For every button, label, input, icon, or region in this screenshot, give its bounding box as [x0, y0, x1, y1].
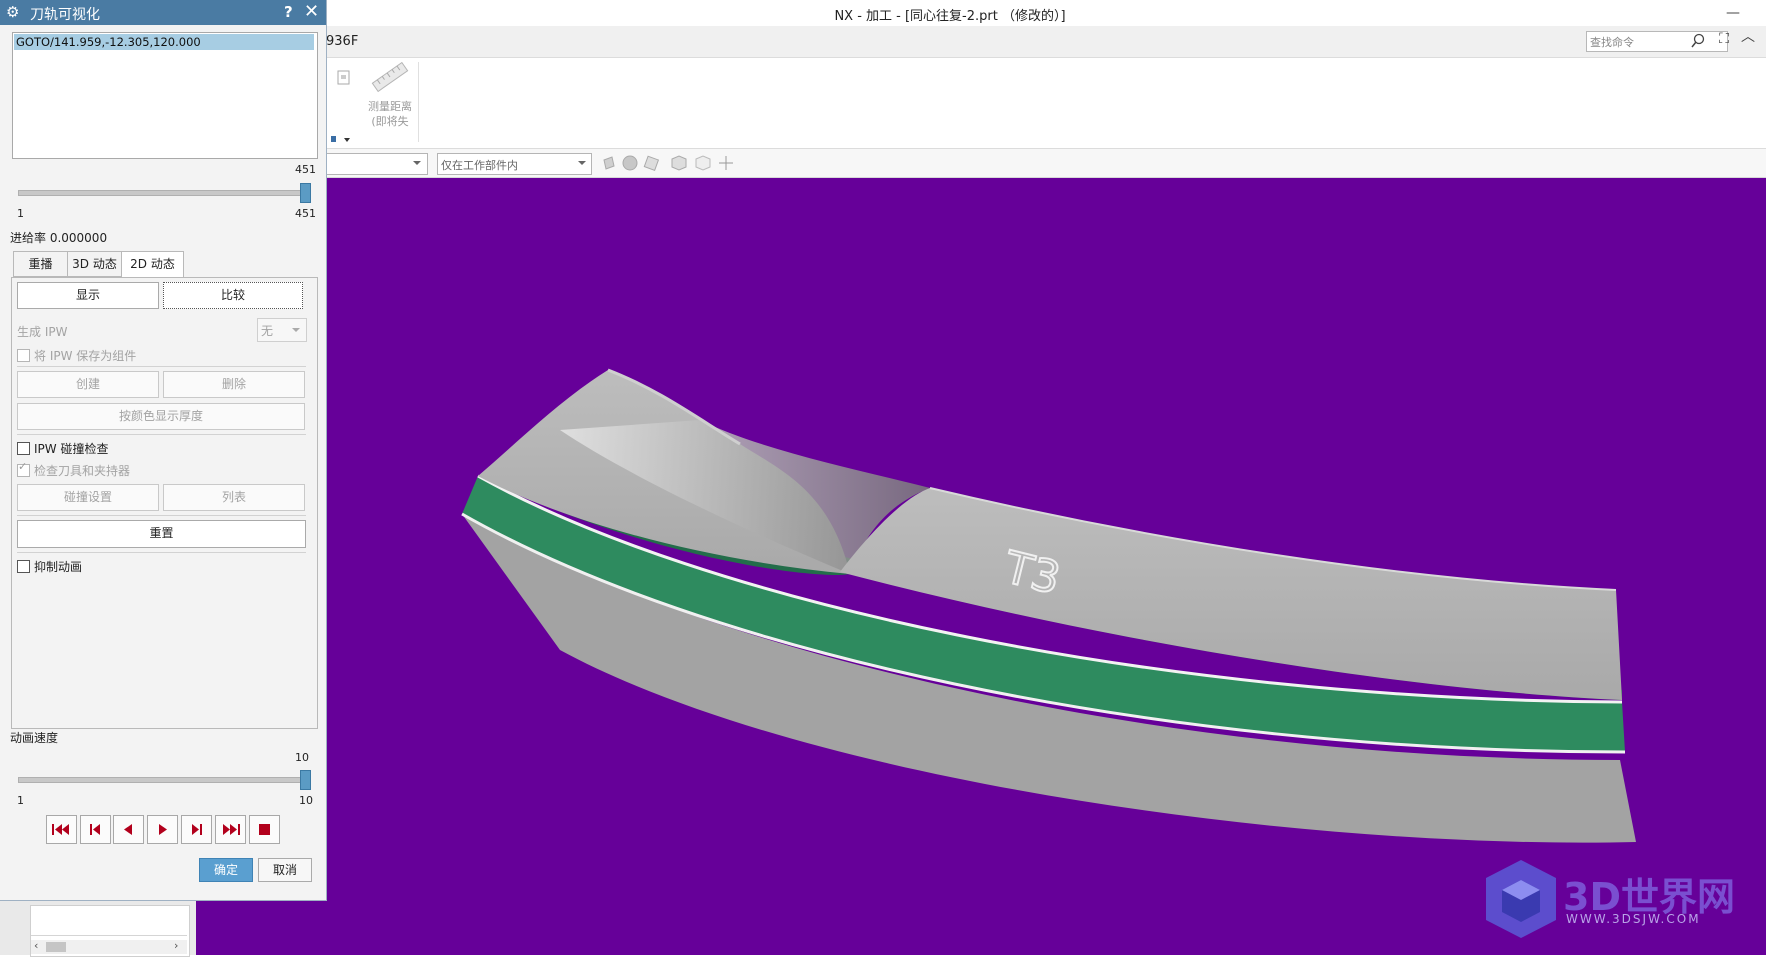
check-tool-label: 检查刀具和夹持器 [34, 464, 131, 478]
chevron-down-icon [292, 328, 300, 332]
show-button[interactable]: 显示 [17, 282, 159, 309]
measure-distance-label[interactable]: 测量距离 (即将失 [365, 99, 415, 129]
cube-icon [671, 155, 687, 171]
rewind-to-start-button[interactable] [46, 815, 77, 844]
tab-replay[interactable]: 重播 [13, 251, 68, 277]
collision-settings-button[interactable]: 碰撞设置 [17, 484, 159, 511]
step-back-icon [90, 824, 100, 835]
document-icon[interactable] [337, 70, 351, 86]
generate-ipw-value: 无 [261, 324, 274, 338]
suppress-animation-label: 抑制动画 [34, 560, 83, 574]
scope-filter-value: 仅在工作部件内 [441, 159, 518, 172]
slider-value: 451 [295, 163, 316, 176]
ipw-collision-label: IPW 碰撞检查 [34, 442, 109, 456]
divider [17, 366, 306, 367]
chevron-down-icon [578, 161, 586, 165]
create-button[interactable]: 创建 [17, 371, 159, 398]
scroll-left-icon[interactable]: ‹ [34, 939, 38, 952]
play-icon [159, 824, 167, 835]
tab-2d-dynamic[interactable]: 2D 动态 [121, 251, 184, 279]
slider-max: 451 [295, 207, 316, 220]
chevron-down-icon [413, 161, 421, 165]
step-forward-operation-button[interactable] [181, 815, 212, 844]
animation-speed-label: 动画速度 [10, 731, 59, 745]
filter-body-icon [603, 156, 615, 170]
cube-wire-icon [695, 155, 711, 171]
delete-button[interactable]: 删除 [163, 371, 305, 398]
ipw-collision-checkbox[interactable] [17, 442, 30, 455]
measure-distance-icon[interactable] [370, 60, 410, 94]
list-button[interactable]: 列表 [163, 484, 305, 511]
toolpath-slider-thumb[interactable] [300, 183, 311, 203]
partial-tab-label: 936F [326, 34, 359, 49]
compare-button[interactable]: 比较 [163, 282, 303, 309]
sphere-icon [622, 155, 638, 171]
fast-forward-button[interactable] [215, 815, 246, 844]
list-item-selected[interactable]: GOTO/141.959,-12.305,120.000 [14, 34, 314, 50]
crosshair-icon [719, 156, 733, 170]
search-command-placeholder: 查找命令 [1590, 36, 1634, 49]
generate-ipw-label: 生成 IPW [17, 325, 68, 339]
toolpath-slider-track[interactable] [18, 190, 310, 196]
step-forward-icon [192, 824, 202, 835]
skip-to-start-icon [52, 824, 69, 835]
speed-slider-thumb[interactable] [300, 770, 311, 790]
divider [17, 552, 306, 553]
face-select-icon [643, 155, 660, 171]
stop-button[interactable] [249, 815, 280, 844]
3dsjw-logo-icon [1486, 860, 1556, 938]
suppress-animation-checkbox[interactable] [17, 560, 30, 573]
toolpath-listbox[interactable] [12, 32, 318, 159]
graphics-viewport[interactable] [176, 178, 1766, 955]
snap-toolbar-icons[interactable] [600, 154, 740, 172]
skip-to-end-icon [223, 824, 240, 835]
gear-icon[interactable]: ⚙ [6, 3, 19, 21]
search-icon[interactable] [1690, 33, 1706, 49]
minimize-button[interactable]: — [1722, 4, 1744, 22]
tab-3d-dynamic[interactable]: 3D 动态 [67, 251, 122, 277]
watermark-url: WWW.3DSJW.COM [1566, 912, 1701, 926]
scrollbar-thumb[interactable] [46, 942, 66, 952]
reset-button[interactable]: 重置 [17, 520, 306, 548]
close-button[interactable]: ✕ [304, 1, 319, 22]
measure-label-line1: 测量距离 [368, 100, 412, 113]
scroll-right-icon[interactable]: › [174, 939, 178, 952]
navigator-divider [31, 935, 187, 936]
divider [17, 434, 306, 435]
ok-button[interactable]: 确定 [199, 858, 253, 882]
save-ipw-label: 将 IPW 保存为组件 [34, 349, 137, 363]
dropdown-arrow-icon[interactable] [330, 134, 354, 146]
save-ipw-checkbox[interactable] [17, 349, 30, 362]
checkmark-icon: ✓ [18, 460, 28, 473]
divider [17, 515, 306, 516]
speed-slider-track[interactable] [18, 777, 310, 783]
ribbon-divider [418, 62, 419, 142]
play-reverse-icon [124, 824, 132, 835]
stop-icon [259, 824, 270, 835]
slider-min: 1 [17, 207, 24, 220]
collapse-ribbon-button[interactable]: ︿ [1737, 28, 1759, 46]
step-back-button[interactable] [113, 815, 144, 844]
play-button[interactable] [147, 815, 178, 844]
measure-label-line2: (即将失 [371, 115, 409, 128]
feed-rate-label: 进给率 0.000000 [10, 231, 108, 245]
speed-value: 10 [295, 751, 309, 764]
color-thickness-button[interactable]: 按颜色显示厚度 [17, 403, 305, 430]
cancel-button[interactable]: 取消 [258, 858, 312, 882]
help-button[interactable]: ? [284, 3, 293, 21]
restore-button[interactable]: ⛶ [1713, 30, 1735, 48]
dialog-title: 刀轨可视化 [30, 7, 100, 23]
speed-max: 10 [299, 794, 313, 807]
window-title: NX - 加工 - [同心往复-2.prt （修改的）] [834, 9, 1066, 24]
speed-min: 1 [17, 794, 24, 807]
step-back-operation-button[interactable] [80, 815, 111, 844]
